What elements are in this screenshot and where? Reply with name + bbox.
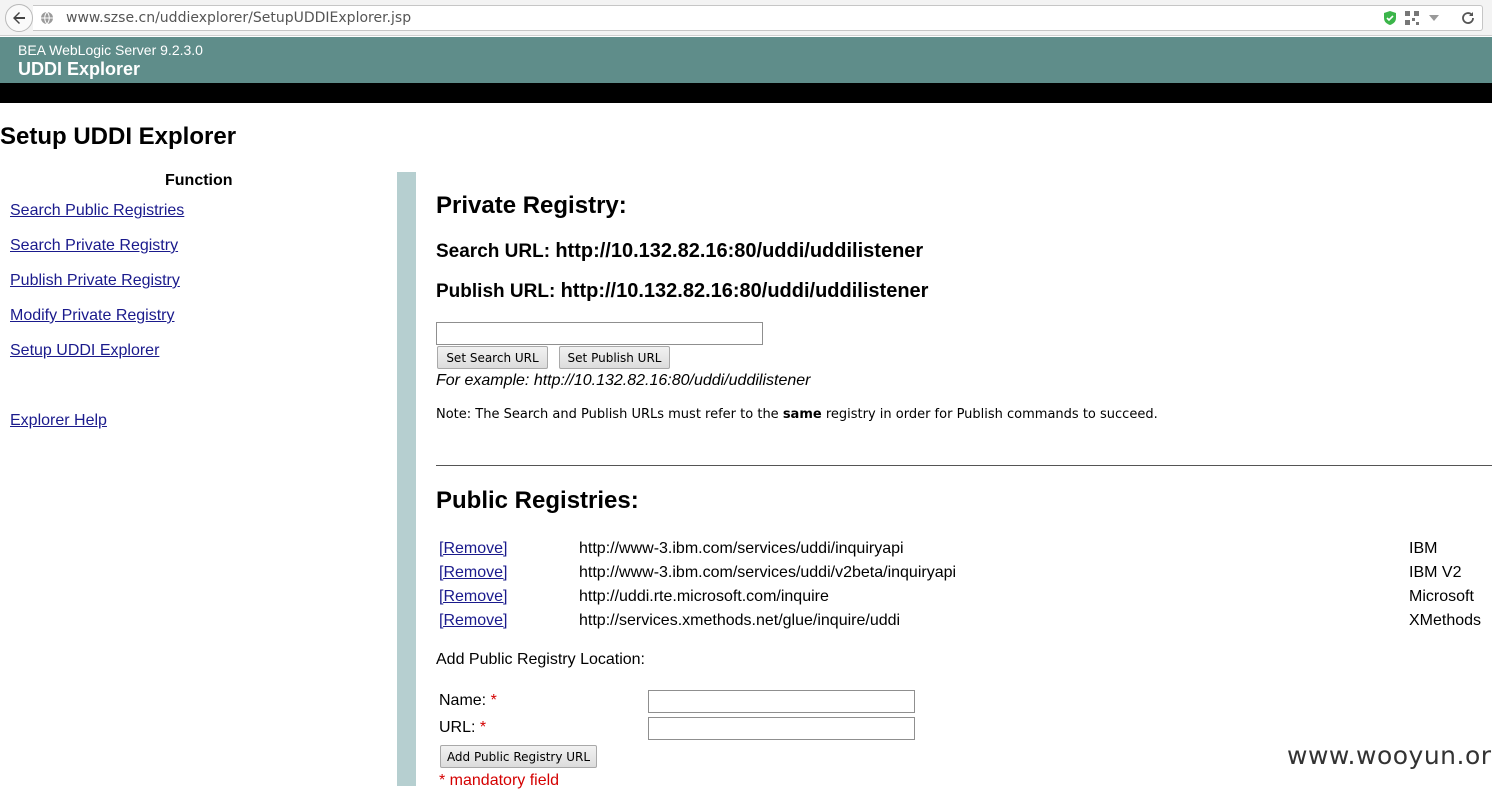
registry-url: http://uddi.rte.microsoft.com/inquire [579,588,829,605]
registry-url: http://services.xmethods.net/glue/inquir… [579,612,901,629]
add-registry-label: Add Public Registry Location: [436,651,645,668]
page-title: Setup UDDI Explorer [0,123,237,150]
add-public-registry-button[interactable]: Add Public Registry URL [440,745,597,768]
table-row: [Remove] http://services.xmethods.net/gl… [0,612,1492,636]
shield-icon[interactable] [1382,10,1398,26]
address-bar-url[interactable]: www.szse.cn/uddiexplorer/SetupUDDIExplor… [66,10,411,26]
remove-link[interactable]: [Remove] [439,612,507,630]
registry-url: http://www-3.ibm.com/services/uddi/v2bet… [579,564,957,581]
table-row: [Remove] http://www-3.ibm.com/services/u… [0,540,1492,564]
banner-title: UDDI Explorer [18,59,141,79]
mandatory-note: * mandatory field [439,772,560,789]
registry-url-input[interactable] [436,322,763,345]
weblogic-banner: BEA WebLogic Server 9.2.3.0 UDDI Explore… [0,37,1492,83]
note-text: Note: The Search and Publish URLs must r… [436,407,1158,422]
back-button[interactable] [5,4,33,32]
banner-product: BEA WebLogic Server 9.2.3.0 [18,42,203,58]
search-url-line: Search URL: http://10.132.82.16:80/uddi/… [436,240,923,263]
search-url-label: Search URL: [436,241,551,262]
back-arrow-icon [13,12,25,24]
remove-link[interactable]: [Remove] [439,564,507,582]
globe-icon [41,11,53,25]
address-bar[interactable]: www.szse.cn/uddiexplorer/SetupUDDIExplor… [33,5,1483,31]
nav-heading: Function [165,172,233,189]
public-registries-heading: Public Registries: [436,487,639,514]
publish-url-label: Publish URL: [436,281,556,302]
url-field-label: URL: * [439,719,487,736]
section-divider [436,465,1492,466]
example-text: For example: http://10.132.82.16:80/uddi… [436,372,811,389]
nav-link-search-private[interactable]: Search Private Registry [10,237,178,255]
publish-url-line: Publish URL: http://10.132.82.16:80/uddi… [436,280,928,303]
publish-url-value: http://10.132.82.16:80/uddi/uddilistener [560,280,929,302]
registry-url-field[interactable] [648,717,915,740]
registry-name-input[interactable] [648,690,915,713]
nav-link-explorer-help[interactable]: Explorer Help [10,412,107,430]
set-search-url-button[interactable]: Set Search URL [437,346,548,369]
nav-link-search-public[interactable]: Search Public Registries [10,202,184,220]
name-field-label: Name: * [439,692,497,709]
private-registry-heading: Private Registry: [436,192,627,219]
watermark: www.wooyun.org [1287,741,1492,770]
registry-name: XMethods [1409,612,1482,629]
registry-url: http://www-3.ibm.com/services/uddi/inqui… [579,540,904,557]
nav-link-publish-private[interactable]: Publish Private Registry [10,272,180,290]
required-marker: * [490,692,497,709]
banner-divider-bar [0,83,1492,103]
sidebar-divider [397,172,416,786]
reload-icon[interactable] [1460,10,1476,26]
search-url-value: http://10.132.82.16:80/uddi/uddilistener [555,240,924,262]
table-row: [Remove] http://www-3.ibm.com/services/u… [0,564,1492,588]
set-publish-url-button[interactable]: Set Publish URL [559,346,670,369]
nav-link-setup-explorer[interactable]: Setup UDDI Explorer [10,342,159,360]
required-marker: * [479,719,487,736]
remove-link[interactable]: [Remove] [439,540,507,558]
dropdown-arrow-icon[interactable] [1426,10,1442,26]
remove-link[interactable]: [Remove] [439,588,507,606]
table-row: [Remove] http://uddi.rte.microsoft.com/i… [0,588,1492,612]
nav-link-modify-private[interactable]: Modify Private Registry [10,307,175,325]
registry-name: IBM [1409,540,1438,557]
registry-name: Microsoft [1409,588,1474,605]
browser-toolbar: www.szse.cn/uddiexplorer/SetupUDDIExplor… [0,0,1492,36]
registry-name: IBM V2 [1409,564,1462,581]
qr-code-icon[interactable] [1404,10,1420,26]
